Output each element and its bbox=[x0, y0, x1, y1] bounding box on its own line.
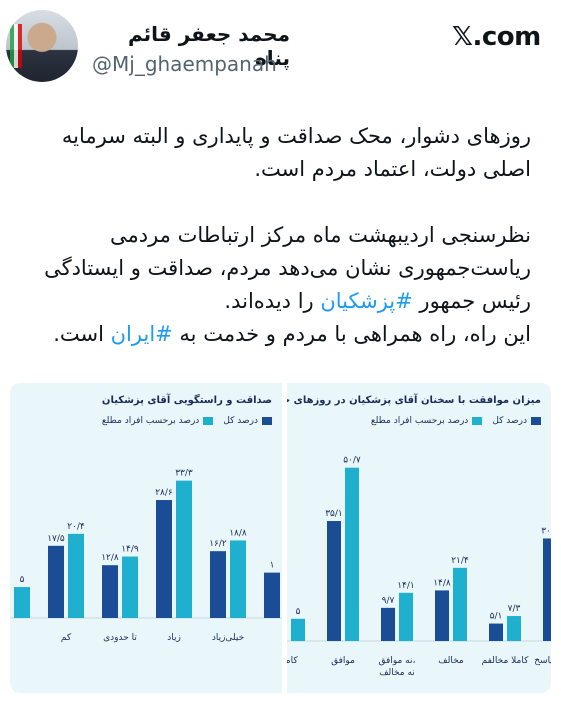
user-handle[interactable]: @Mj_ghaempanah bbox=[92, 52, 277, 76]
bar-value-label: ۱ bbox=[270, 561, 275, 571]
chart-bar bbox=[14, 587, 30, 618]
attached-image[interactable]: صداقت و راستگویی آقای پزشکیان درصد کل در… bbox=[10, 383, 551, 693]
bar-value-label: ۲۱/۴ bbox=[451, 556, 469, 566]
bar-value-label: ۱۴/۹ bbox=[121, 545, 139, 555]
tweet-text-span: را دیده‌اند. bbox=[224, 289, 321, 313]
chart-bar bbox=[48, 545, 64, 618]
category-label: موافق bbox=[331, 656, 355, 666]
chart-bar bbox=[230, 540, 246, 618]
hashtag-link[interactable]: #پزشکیان bbox=[320, 289, 412, 313]
tweet-paragraph-3: این راه، راه همراهی با مردم و خدمت به #ا… bbox=[11, 318, 531, 351]
chart-bar bbox=[210, 551, 226, 618]
bar-value-label: ۱۴/۸ bbox=[433, 578, 451, 588]
chart-bar bbox=[345, 467, 359, 641]
bar-chart-agreement: ۵ کاملا ۳۵/۱ ۵۰/۷ موافق ۹/۷۱۴/۱ نه موافق، نه مخ… bbox=[287, 456, 551, 678]
category-label: بی نمی پاسخ bbox=[534, 656, 551, 666]
bar-value-label: ۳۰/۰ bbox=[541, 526, 551, 536]
site-name: .com bbox=[472, 22, 541, 52]
bar-value-label: ۱۲/۸ bbox=[101, 553, 119, 563]
tweet-paragraph-1: روزهای دشوار، محک صداقت و پایداری و البت… bbox=[61, 124, 531, 181]
bar-value-label: ۳۳/۳ bbox=[175, 469, 193, 479]
category-label: کاملا bbox=[287, 656, 298, 666]
category-label: نه مخالف bbox=[379, 668, 415, 678]
bar-value-label: ۳۵/۱ bbox=[325, 509, 343, 519]
category-label: مخالف bbox=[438, 656, 464, 666]
category-label: تا حدودی bbox=[103, 633, 137, 643]
chart-bar bbox=[327, 521, 341, 641]
chart-bar bbox=[435, 590, 449, 641]
chart-bar bbox=[176, 480, 192, 618]
category-label: کاملا مخالفم bbox=[482, 656, 529, 666]
tweet-text-span: است. bbox=[53, 322, 111, 346]
tweet-header: محمد جعفر قائم پناه @Mj_ghaempanah 𝕏.com bbox=[0, 0, 561, 95]
bar-value-label: ۲۸/۶ bbox=[155, 488, 173, 498]
bar-value-label: ۵ bbox=[20, 575, 25, 585]
tweet-text-span: این راه، راه همراهی با مردم و خدمت به bbox=[172, 322, 531, 346]
bar-value-label: ۱۶/۲ bbox=[209, 539, 227, 549]
chart-bar bbox=[264, 572, 280, 618]
chart-bar bbox=[291, 618, 305, 641]
bar-value-label: ۹/۷ bbox=[382, 596, 395, 606]
bar-value-label: ۱۸/۸ bbox=[229, 528, 247, 538]
chart-bar bbox=[489, 623, 503, 641]
x-logo: 𝕏.com bbox=[452, 22, 541, 52]
bar-value-label: ۵/۱ bbox=[490, 612, 503, 622]
bar-chart-honesty: ۵ ۱۷/۵۲۰/۴ کم ۱۲/۸۱۴/۹ تا حدودی ۲۸/۶۳۳/۳ زیاد ۱… bbox=[10, 469, 282, 643]
tweet-text: روزهای دشوار، محک صداقت و پایداری و البت… bbox=[11, 120, 531, 351]
bar-value-label: ۲۰/۴ bbox=[67, 522, 85, 532]
bar-value-label: ۱۴/۱ bbox=[397, 581, 415, 591]
bar-value-label: ۵ bbox=[296, 607, 301, 617]
chart-bar bbox=[543, 538, 551, 641]
chart-bar bbox=[156, 500, 172, 618]
bar-value-label: ۷/۳ bbox=[508, 604, 521, 614]
category-label: کم bbox=[61, 633, 72, 643]
chart-bar bbox=[381, 607, 395, 641]
avatar[interactable] bbox=[6, 10, 78, 82]
bar-value-label: ۱۷/۵ bbox=[47, 534, 65, 544]
category-label: نه موافق، bbox=[379, 656, 416, 666]
chart-bar bbox=[507, 616, 521, 641]
x-icon: 𝕏 bbox=[452, 22, 473, 52]
tweet-paragraph-2: نظرسنجی اردیبهشت ماه مرکز ارتباطات مردمی… bbox=[11, 219, 531, 318]
chart-bar bbox=[102, 565, 118, 618]
chart-panel-honesty: صداقت و راستگویی آقای پزشکیان درصد کل در… bbox=[10, 383, 282, 693]
chart-bar bbox=[399, 592, 413, 641]
flag-icon bbox=[10, 24, 22, 68]
category-label: خیلی‌زیاد bbox=[212, 633, 244, 643]
hashtag-link[interactable]: #ایران bbox=[111, 322, 173, 346]
category-label: زیاد bbox=[167, 633, 181, 643]
chart-bar bbox=[68, 533, 84, 618]
chart-bar bbox=[453, 567, 467, 641]
chart-panel-agreement: میزان موافقت با سخنان آقای پزشکیان در رو… bbox=[287, 383, 551, 693]
chart-bar bbox=[122, 556, 138, 618]
bar-value-label: ۵۰/۷ bbox=[343, 456, 361, 466]
